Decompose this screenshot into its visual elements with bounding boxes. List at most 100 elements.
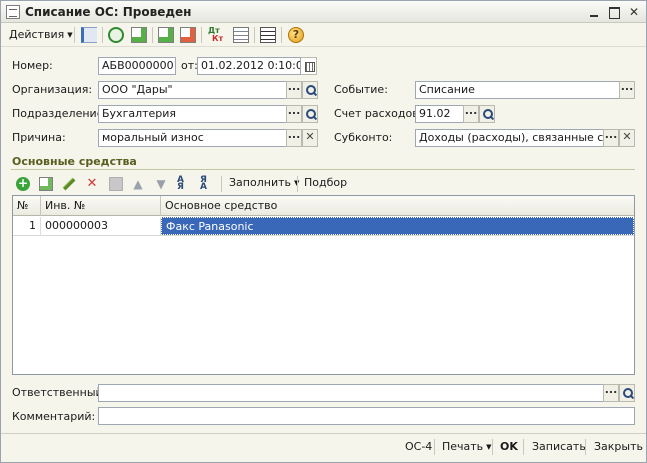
refresh-icon[interactable] [108,27,124,43]
minimize-button[interactable] [586,4,602,20]
department-open-icon[interactable] [302,105,318,123]
toolbar-separator [201,27,202,43]
end-edit-icon[interactable] [109,177,123,191]
toolbar-separator [523,439,524,455]
chevron-down-icon: ▼ [67,31,73,39]
responsible-label: Ответственный: [12,386,107,399]
cell-inv: 000000003 [41,217,161,235]
date-label: от: [181,59,198,72]
organization-label: Организация: [12,83,93,96]
column-header-asset[interactable]: Основное средство [161,196,634,216]
sort-desc-bottom: А [200,182,207,192]
responsible-select-button[interactable] [603,384,619,402]
post-doc-icon[interactable] [158,27,174,43]
toolbar-separator [254,27,255,43]
reason-select-button[interactable] [286,129,302,147]
toolbar-separator [585,439,586,455]
subconto-label: Субконто: [334,131,393,144]
clear-icon[interactable]: ✕ [302,129,318,147]
toolbar-separator [152,27,153,43]
calendar-icon[interactable] [301,57,317,75]
subconto-field[interactable]: Доходы (расходы), связанные с лик [415,129,604,147]
fill-menu-label: Заполнить [229,176,291,189]
number-field[interactable]: АБВ00000001 [98,57,176,75]
dt-kt-icon[interactable]: Дт Кт [208,27,224,43]
select-button[interactable]: Подбор [304,175,347,191]
toolbar-separator [221,176,222,192]
department-field[interactable]: Бухгалтерия [98,105,287,123]
toolbar-separator [74,27,75,43]
table-header: № Инв. № Основное средство [13,196,634,216]
document-icon [6,5,20,19]
report-icon[interactable] [233,27,249,43]
copy-doc-icon[interactable] [131,27,147,43]
back-icon[interactable] [81,27,97,43]
cell-asset[interactable]: Факс Panasonic [161,217,634,235]
number-label: Номер: [12,59,53,72]
move-up-icon[interactable]: ▲ [131,177,145,191]
toolbar-separator [492,439,493,455]
document-window: Списание ОС: Проведен ✕ Действия ▼ Дт Кт … [0,0,647,463]
expense-account-open-icon[interactable] [479,105,495,123]
toolbar-separator [102,27,103,43]
title-bar: Списание ОС: Проведен ✕ [1,1,646,23]
department-select-button[interactable] [286,105,302,123]
main-toolbar: Действия ▼ Дт Кт ? [1,23,646,47]
cell-number: 1 [13,217,41,235]
kt-label: Кт [212,34,224,43]
sort-asc-bottom: Я [177,182,184,192]
expense-account-field[interactable]: 91.02 [415,105,464,123]
event-label: Событие: [334,83,388,96]
help-icon[interactable]: ? [288,27,304,43]
add-row-icon[interactable]: + [16,177,30,191]
sort-asc-icon[interactable]: А Я [177,176,191,192]
os4-button[interactable]: ОС-4 [405,438,432,456]
window-title: Списание ОС: Проведен [25,5,192,19]
subconto-select-button[interactable] [603,129,619,147]
close-window-button[interactable]: ✕ [626,4,642,20]
date-field[interactable]: 01.02.2012 0:10:02 [197,57,301,75]
fixed-assets-table[interactable]: № Инв. № Основное средство 1 000000003 Ф… [12,195,635,375]
copy-row-icon[interactable] [39,177,53,191]
toolbar-separator [297,176,298,192]
organization-select-button[interactable] [286,81,302,99]
footer-divider [1,433,646,434]
save-button[interactable]: Записать [532,438,586,456]
fill-menu-button[interactable]: Заполнить▼ [229,175,299,191]
reason-label: Причина: [12,131,66,144]
responsible-field[interactable] [98,384,604,402]
fixed-assets-section-title: Основные средства [12,155,137,168]
organization-open-icon[interactable] [302,81,318,99]
edit-row-icon[interactable] [62,177,76,191]
chevron-down-icon: ▼ [486,443,492,451]
comment-field[interactable] [98,407,635,425]
expense-account-select-button[interactable] [463,105,479,123]
close-button[interactable]: Закрыть [594,438,643,456]
comment-label: Комментарий: [12,410,96,423]
toolbar-separator [281,27,282,43]
toolbar-separator [434,439,435,455]
organization-field[interactable]: ООО "Дары" [98,81,287,99]
maximize-button[interactable] [606,4,622,20]
list-icon[interactable] [260,27,276,43]
print-menu-label: Печать [442,440,484,453]
column-header-inv[interactable]: Инв. № [41,196,161,216]
reason-field[interactable]: моральный износ [98,129,287,147]
event-select-button[interactable] [619,81,635,99]
print-menu-button[interactable]: Печать ▼ [442,438,492,456]
sort-desc-icon[interactable]: Я А [200,176,214,192]
table-row[interactable]: 1 000000003 Факс Panasonic [13,217,634,236]
responsible-open-icon[interactable] [619,384,635,402]
actions-menu-button[interactable]: Действия ▼ [5,26,77,44]
delete-row-icon[interactable]: ✕ [85,177,99,191]
actions-menu-label: Действия [9,28,65,41]
clear-icon[interactable]: ✕ [619,129,635,147]
ok-button[interactable]: OK [500,438,518,456]
section-divider [11,169,635,170]
move-down-icon[interactable]: ▼ [154,177,168,191]
unpost-doc-icon[interactable] [180,27,196,43]
department-label: Подразделение: [12,107,108,120]
event-field[interactable]: Списание [415,81,620,99]
column-header-number[interactable]: № [13,196,41,216]
expense-account-label: Счет расходов: [334,107,423,120]
